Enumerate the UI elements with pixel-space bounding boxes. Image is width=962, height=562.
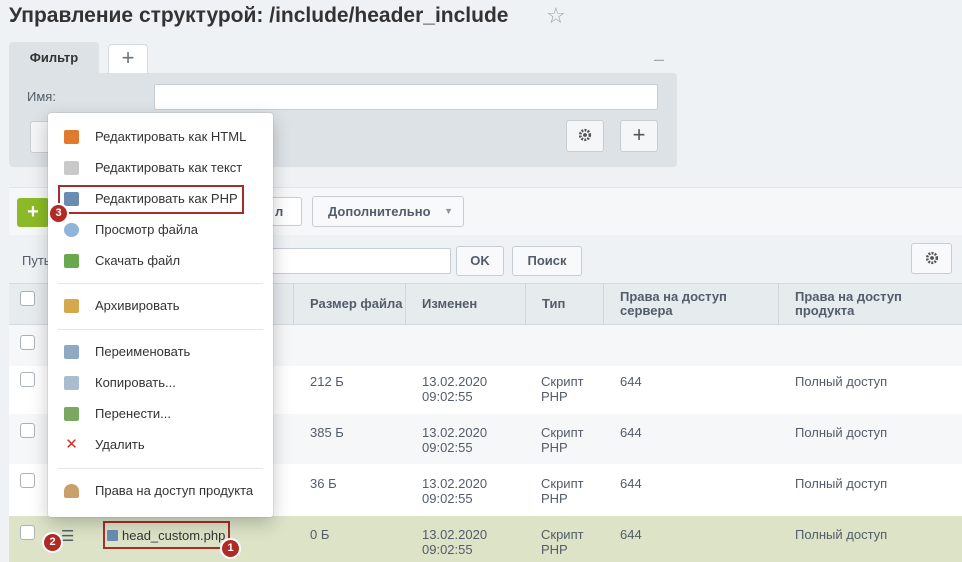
menu-item-edit-html[interactable]: Редактировать как HTML — [48, 125, 273, 149]
cell-modified: 13.02.2020 09:02:55 — [422, 527, 488, 557]
menu-item-label: Права на доступ продукта — [95, 483, 254, 498]
access-rights-icon — [64, 484, 79, 498]
cell-server-rights: 644 — [620, 476, 642, 491]
menu-item-edit-text[interactable]: Редактировать как текст — [48, 156, 273, 180]
add-filter-tab-button[interactable]: + — [108, 44, 148, 73]
cell-type: Скрипт PHP — [541, 476, 584, 506]
menu-item-label: Редактировать как текст — [95, 160, 243, 175]
search-button[interactable]: Поиск — [512, 246, 582, 276]
menu-item-rename[interactable]: Переименовать — [48, 340, 273, 364]
menu-item-label: Удалить — [95, 437, 145, 452]
ok-button[interactable]: OK — [456, 246, 504, 276]
tab-filter[interactable]: Фильтр — [9, 42, 99, 73]
menu-item-label: Копировать... — [95, 375, 176, 390]
filter-add-field-button[interactable]: + — [620, 120, 658, 152]
header-checkbox-cell — [9, 283, 47, 325]
table-settings-button[interactable] — [911, 243, 952, 274]
menu-separator — [58, 468, 263, 469]
context-menu: Редактировать как HTML Редактировать как… — [48, 113, 273, 517]
menu-separator — [58, 283, 263, 284]
header-size[interactable]: Размер файла — [293, 283, 405, 325]
row-checkbox[interactable] — [20, 335, 35, 350]
menu-separator — [58, 329, 263, 330]
path-input[interactable] — [262, 248, 451, 274]
row-checkbox[interactable] — [20, 525, 35, 540]
row-menu-icon[interactable]: ☰ — [61, 527, 74, 545]
cell-size: 36 Б — [310, 476, 337, 491]
html-edit-icon — [64, 130, 79, 144]
filter-settings-button[interactable] — [566, 120, 604, 152]
menu-item-access-rights[interactable]: Права на доступ продукта — [48, 479, 273, 503]
cell-type: Скрипт PHP — [541, 374, 584, 404]
cell-size: 0 Б — [310, 527, 330, 542]
cell-type: Скрипт PHP — [541, 527, 584, 557]
menu-item-copy[interactable]: Копировать... — [48, 371, 273, 395]
cell-server-rights: 644 — [620, 374, 642, 389]
filter-name-input[interactable] — [154, 84, 658, 110]
filter-minimize-icon[interactable]: – — [654, 49, 664, 70]
menu-item-archive[interactable]: Архивировать — [48, 294, 273, 318]
row-checkbox[interactable] — [20, 423, 35, 438]
archive-icon — [64, 299, 79, 313]
cell-size: 385 Б — [310, 425, 344, 440]
cell-product-rights: Полный доступ — [795, 374, 888, 389]
cell-type: Скрипт PHP — [541, 425, 584, 455]
cell-server-rights: 644 — [620, 425, 642, 440]
more-actions-label: Дополнительно — [328, 204, 431, 219]
view-file-icon — [64, 223, 79, 237]
move-icon — [64, 407, 79, 421]
menu-item-label: Перенести... — [95, 406, 171, 421]
header-product-rights[interactable]: Права на доступ продукта — [778, 283, 962, 325]
chevron-down-icon: ▼ — [444, 206, 453, 216]
cell-modified: 13.02.2020 09:02:55 — [422, 374, 488, 404]
add-button[interactable]: + — [17, 198, 49, 227]
header-modified[interactable]: Изменен — [405, 283, 525, 325]
menu-item-view-file[interactable]: Просмотр файла — [48, 218, 273, 242]
gear-icon — [578, 128, 592, 142]
annotation-highlight-file — [103, 521, 230, 549]
cell-product-rights: Полный доступ — [795, 527, 888, 542]
cell-modified: 13.02.2020 09:02:55 — [422, 476, 488, 506]
menu-item-move[interactable]: Перенести... — [48, 402, 273, 426]
menu-item-label: Переименовать — [95, 344, 191, 359]
menu-item-label: Редактировать как HTML — [95, 129, 247, 144]
menu-item-delete[interactable]: ✕ Удалить — [48, 433, 273, 457]
cell-product-rights: Полный доступ — [795, 425, 888, 440]
header-type[interactable]: Тип — [525, 283, 603, 325]
download-icon — [64, 254, 79, 268]
filter-name-label: Имя: — [27, 89, 56, 104]
cell-product-rights: Полный доступ — [795, 476, 888, 491]
header-server-rights[interactable]: Права на доступ сервера — [603, 283, 778, 325]
annotation-badge-2: 2 — [42, 532, 63, 553]
annotation-badge-1: 1 — [220, 538, 241, 559]
delete-icon: ✕ — [65, 436, 78, 453]
annotation-badge-3: 3 — [48, 203, 69, 224]
cell-server-rights: 644 — [620, 527, 642, 542]
row-checkbox[interactable] — [20, 372, 35, 387]
copy-icon — [64, 376, 79, 390]
menu-item-label: Архивировать — [95, 298, 180, 313]
rename-icon — [64, 345, 79, 359]
row-checkbox[interactable] — [20, 473, 35, 488]
annotation-highlight-php — [58, 185, 244, 214]
cell-modified: 13.02.2020 09:02:55 — [422, 425, 488, 455]
select-all-checkbox[interactable] — [20, 291, 35, 306]
txt-edit-icon — [64, 161, 79, 175]
gear-icon — [925, 251, 938, 265]
path-label: Путь — [22, 253, 51, 268]
cell-size: 212 Б — [310, 374, 344, 389]
page-title: Управление структурой: /include/header_i… — [9, 4, 509, 27]
favorite-star-icon[interactable]: ☆ — [546, 3, 566, 29]
menu-item-label: Просмотр файла — [95, 222, 198, 237]
more-actions-button[interactable]: Дополнительно ▼ — [312, 196, 464, 227]
menu-item-label: Скачать файл — [95, 253, 181, 268]
menu-item-download[interactable]: Скачать файл — [48, 249, 273, 273]
